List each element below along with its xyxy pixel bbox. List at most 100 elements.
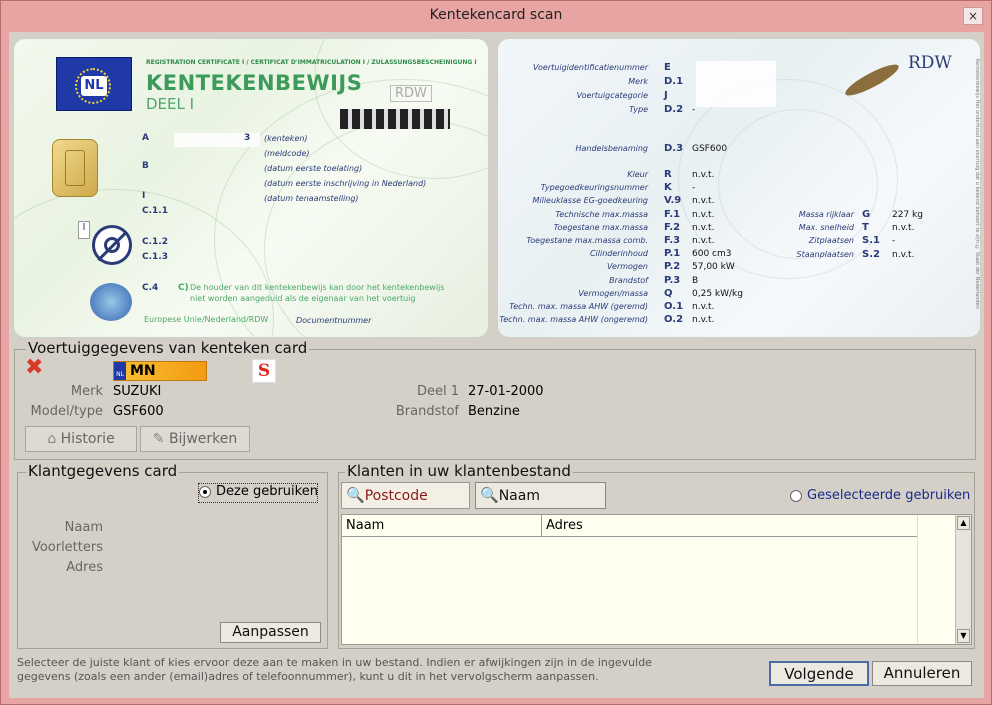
front-label: (kenteken) — [264, 134, 308, 143]
customer-card-group-title: Klantgegevens card — [26, 462, 180, 480]
volgende-button[interactable]: Volgende — [769, 661, 869, 686]
back-field-value: GSF600 — [692, 144, 728, 154]
license-plate: NL MN — [113, 361, 207, 381]
back-field-value: n.v.t. — [692, 170, 715, 180]
back-field-label: Voertuigcategorie — [576, 91, 648, 100]
back-field-code: S.1 — [862, 235, 880, 247]
c4-letter: C) — [178, 283, 189, 293]
deel1-label: Deel 1 — [416, 384, 459, 399]
customers-grid[interactable]: Naam Adres ▲ ▼ — [341, 514, 972, 645]
back-field-label: Type — [629, 105, 648, 114]
back-field-label: Techn. max. massa AHW (ongeremd) — [499, 315, 648, 325]
postcode-search-button[interactable]: 🔍Postcode — [341, 482, 470, 509]
rdw-hologram: RDW — [390, 85, 432, 102]
back-field-code: F.2 — [664, 221, 681, 233]
back-field-code: J — [664, 90, 668, 101]
window-title: Kentekencard scan — [429, 7, 563, 23]
back-field-code: T — [862, 222, 869, 234]
back-field-value: n.v.t. — [892, 223, 915, 234]
back-field-code: F.1 — [664, 208, 681, 220]
brandstof-label: Brandstof — [395, 404, 459, 419]
barcode — [340, 109, 450, 129]
back-field-label: Merk — [628, 77, 648, 86]
card-title: KENTEKENBEWIJS — [146, 71, 363, 95]
historie-icon: ⌂ — [47, 431, 61, 447]
close-button[interactable]: × — [963, 7, 983, 25]
magnifier-icon: 🔍 — [346, 486, 365, 504]
merk-value: SUZUKI — [113, 384, 162, 399]
back-field-value: n.v.t. — [692, 302, 715, 312]
historie-label: Historie — [60, 431, 115, 447]
deel1-value: 27-01-2000 — [468, 384, 544, 399]
card-back-image: RDW Kentekenbewijs Het onderhoud aan voe… — [497, 38, 981, 338]
front-label: (datum eerste toelating) — [264, 164, 363, 173]
chip-icon — [52, 139, 98, 197]
col-naam-header[interactable]: Naam — [342, 515, 542, 537]
back-field-code: R — [664, 169, 672, 180]
model-value: GSF600 — [113, 404, 164, 419]
no-steering-wheel-icon — [92, 225, 132, 265]
back-field-code: S.2 — [862, 248, 880, 260]
bijwerken-label: Bijwerken — [168, 431, 238, 447]
back-field-code: G — [862, 209, 871, 220]
back-field-code: K — [664, 182, 672, 194]
rdw-logo-text: RDW — [908, 53, 952, 73]
use-card-radio[interactable]: Deze gebruiken — [198, 483, 318, 503]
back-field-value: - — [692, 183, 696, 194]
back-field-value: 57,00 kW — [692, 262, 735, 273]
grid-header: Naam Adres — [342, 515, 917, 537]
scroll-up-icon[interactable]: ▲ — [957, 516, 970, 530]
card-footer: Europese Unie/Nederland/RDW — [144, 315, 269, 324]
use-selected-label: Geselecteerde gebruiken — [807, 488, 971, 503]
front-code: I — [142, 191, 146, 201]
back-field-code: F.3 — [664, 235, 681, 246]
back-field-label: Cilinderinhoud — [589, 249, 648, 259]
client-area: NL REGISTRATION CERTIFICATE I / CERTIFIC… — [9, 32, 984, 698]
country-code: NL — [81, 76, 107, 96]
front-c-code: C.1.1 — [142, 206, 168, 216]
card-front-image: NL REGISTRATION CERTIFICATE I / CERTIFIC… — [13, 38, 489, 338]
front-label: (datum tenaamstelling) — [264, 194, 359, 203]
front-value: 3 — [244, 133, 251, 143]
vehicle-group-title: Voertuiggegevens van kenteken card — [26, 339, 310, 357]
back-field-label: Milieuklasse EG-goedkeuring — [532, 196, 648, 206]
back-field-value: n.v.t. — [892, 249, 915, 260]
front-label: (meldcode) — [264, 149, 310, 158]
back-field-label: Toegestane max.massa — [553, 222, 648, 232]
back-field-code: D.1 — [664, 76, 684, 87]
card-adres-label: Adres — [66, 560, 103, 575]
use-card-label: Deze gebruiken — [216, 484, 318, 499]
document-number-label: Documentnummer — [296, 316, 372, 325]
back-field-code: O.2 — [664, 314, 684, 326]
back-field-code: V.9 — [664, 195, 682, 207]
card-side-text: Kentekenbewijs Het onderhoud aan voertui… — [974, 59, 980, 309]
front-label: (datum eerste inschrijving in Nederland) — [264, 179, 427, 188]
pencil-icon: ✎ — [152, 431, 169, 447]
scroll-down-icon[interactable]: ▼ — [957, 629, 970, 643]
historie-button[interactable]: ⌂ Historie — [25, 426, 137, 452]
aanpassen-button[interactable]: Aanpassen — [220, 622, 321, 643]
back-field-code: Q — [664, 287, 673, 299]
back-field-label: Handelsbenaming — [575, 144, 648, 153]
grid-empty-area — [917, 515, 957, 644]
naam-label: Naam — [498, 488, 540, 504]
card-voorletters-label: Voorletters — [31, 540, 103, 555]
naam-search-button[interactable]: 🔍Naam — [475, 482, 606, 509]
col-adres-header[interactable]: Adres — [542, 515, 917, 537]
delete-x-icon[interactable]: ✖ — [25, 357, 43, 379]
back-field-code: P.3 — [664, 274, 681, 286]
back-field-code: E — [664, 62, 671, 73]
radio-icon — [790, 490, 802, 502]
title-bar[interactable]: Kentekencard scan × — [1, 1, 991, 31]
c4-text-line1: De houder van dit kentekenbewijs kan doo… — [190, 283, 445, 292]
card-subtitle: DEEL I — [146, 95, 195, 113]
back-field-label: Max. snelheid — [798, 223, 854, 233]
back-field-value: 227 kg — [892, 210, 923, 220]
back-field-value: - — [692, 105, 696, 115]
grid-scrollbar[interactable]: ▲ ▼ — [955, 515, 971, 644]
brandstof-value: Benzine — [468, 404, 520, 419]
bijwerken-button[interactable]: ✎ Bijwerken — [140, 426, 250, 452]
annuleren-button[interactable]: Annuleren — [872, 661, 972, 686]
back-field-value: - — [892, 236, 896, 247]
back-field-label: Typegoedkeuringsnummer — [540, 183, 648, 193]
